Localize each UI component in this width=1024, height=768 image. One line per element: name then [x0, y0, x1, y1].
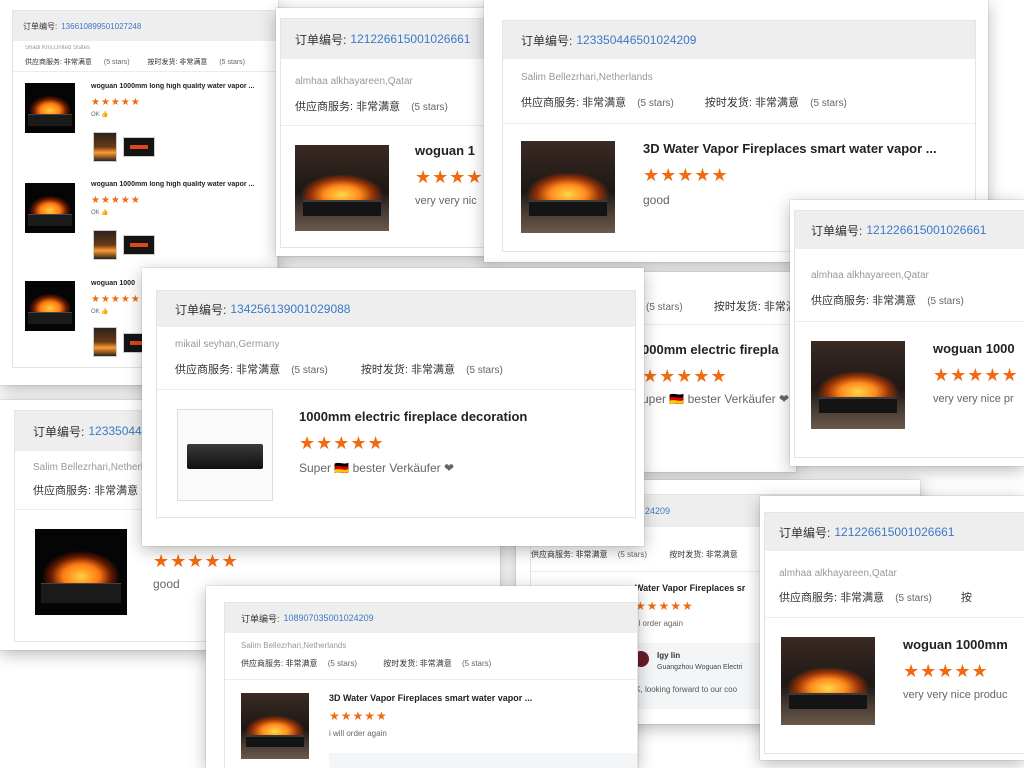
- review-photo[interactable]: [123, 137, 155, 157]
- review-comment: OK 👍: [91, 309, 109, 315]
- supplier-service-row: 供应商服务: 非常满意 (5 stars) 按时发货: 非常满意 (5 star…: [175, 364, 503, 376]
- rating-stars: ★★★★★: [933, 365, 1019, 385]
- rating-stars: ★★★★★: [91, 195, 141, 206]
- rating-stars: ★★★★★: [91, 294, 141, 305]
- review-comment: very very nic: [415, 195, 477, 207]
- product-thumbnail[interactable]: [25, 83, 75, 133]
- review-card-almhaa-1: 订单编号: 1212266150010266​61 almhaa alkhaya…: [276, 8, 496, 256]
- rating-stars: ★★★★★: [635, 599, 694, 613]
- supplier-service-row: 供应商服务: 非常满意 (5 stars) 按时发货: 非常满意 (5 star…: [25, 59, 246, 66]
- buyer-location: Shadi Kris,United States: [25, 45, 91, 51]
- buyer-location: Salim Bellezrhari,Netherlands: [241, 641, 347, 650]
- product-thumbnail[interactable]: [295, 145, 389, 231]
- product-title[interactable]: woguan 1000mm: [903, 637, 1008, 652]
- buyer-location: Salim Bellezrhari,Netherlands: [521, 72, 653, 83]
- order-number[interactable]: 1212266150010266​61: [350, 32, 470, 46]
- review-comment: uper 🇩🇪 bester Verkäufer ❤: [642, 392, 790, 406]
- order-header: 订单编号: 121226615001026661: [795, 211, 1024, 249]
- supplier-service-row: 供应商服务: 非常满意: [33, 485, 139, 497]
- supplier-service-row: 供应商服务: 非常满意 (5 stars): [295, 101, 448, 113]
- order-header: 订单编号: 121226615001026661: [765, 513, 1024, 551]
- order-number[interactable]: 24209: [645, 506, 670, 516]
- order-header: 订单编号: 108907035001024209: [225, 603, 637, 633]
- review-photo[interactable]: [93, 132, 117, 162]
- supplier-service-row: 供应商服务: 非常满意 (5 stars): [811, 295, 964, 307]
- order-number[interactable]: 121226615001026661: [866, 223, 986, 237]
- supplier-service-row: 供应商服务: 非常满意 (5 stars) 按时发货: 非常满意 (5 star…: [241, 659, 492, 668]
- product-thumbnail[interactable]: [241, 693, 309, 759]
- order-label: 订单编号:: [811, 223, 863, 238]
- buyer-location: almhaa alkhayareen,Qatar: [811, 270, 929, 281]
- product-title[interactable]: 3D Water Vapor Fireplaces smart water va…: [643, 141, 963, 156]
- review-photo[interactable]: [93, 327, 117, 357]
- seller-reply-text: OK, looking forward to our coo: [629, 685, 738, 694]
- product-title[interactable]: 3D Water Vapor Fireplaces smart water va…: [329, 693, 569, 703]
- rating-stars: ★★★★★: [91, 97, 141, 108]
- product-title[interactable]: woguan 1: [415, 143, 475, 158]
- review-card-seyhan: 订单编号: 134256139001029088 mikail seyhan,G…: [142, 268, 644, 546]
- product-thumbnail[interactable]: [781, 637, 875, 725]
- review-comment: good: [153, 577, 180, 591]
- product-title[interactable]: 1000mm electric fireplace decoration: [299, 409, 619, 424]
- product-title[interactable]: 000mm electric firepla: [642, 342, 779, 357]
- review-comment: very very nice pr: [933, 393, 1014, 405]
- order-number[interactable]: 108907035001024209: [284, 613, 374, 623]
- order-number[interactable]: 121226615001026661: [834, 525, 954, 539]
- review-comment: Super 🇩🇪 bester Verkäufer ❤: [299, 461, 455, 475]
- rating-stars: ★★★★★: [299, 433, 385, 453]
- review-comment: OK 👍: [91, 210, 109, 216]
- order-number[interactable]: 123350446501024209: [576, 33, 696, 47]
- review-comment: i will order again: [329, 729, 387, 738]
- review-comment: good: [643, 193, 670, 207]
- order-label: 订单编号:: [295, 32, 347, 47]
- product-thumbnail[interactable]: [811, 341, 905, 429]
- seller-company: Guangzhou Woguan Electri: [657, 664, 743, 671]
- product-thumbnail[interactable]: [35, 529, 127, 615]
- order-label: 订单编号:: [779, 525, 831, 540]
- product-title[interactable]: Water Vapor Fireplaces sr: [635, 583, 745, 593]
- order-label: 订单编号:: [241, 613, 280, 624]
- rating-stars: ★★★★★: [329, 709, 388, 723]
- order-label: 订单编号:: [175, 302, 227, 317]
- order-number[interactable]: 134256139001029088: [230, 302, 350, 316]
- review-card-almhaa-2: 订单编号: 121226615001026661 almhaa alkhayar…: [790, 200, 1024, 466]
- product-thumbnail[interactable]: [25, 281, 75, 331]
- seller-name: Igy lin: [657, 651, 681, 660]
- order-header: 订单编号: 123350446501024209: [503, 21, 975, 59]
- review-comment: ill order again: [635, 619, 684, 628]
- supplier-service-row: 供应商服务: 非常满意 (5 stars) 按: [779, 592, 972, 604]
- supplier-service-row: (5 stars) 按时发货: 非常满意: [646, 301, 796, 313]
- order-label: 订单编号:: [33, 424, 85, 439]
- review-card-almhaa-3: 订单编号: 121226615001026661 almhaa alkhayar…: [760, 496, 1024, 760]
- buyer-location: mikail seyhan,Germany: [175, 339, 280, 350]
- supplier-service-row: 供应商服务: 非常满意 (5 stars) 按时发货: 非常满意 (5 star…: [521, 97, 847, 109]
- review-card-salim-4: 订单编号: 108907035001024209 Salim Bellezrha…: [206, 586, 638, 768]
- review-comment: OK 👍: [91, 112, 109, 118]
- order-header: 订单编号: 134256139001029088: [157, 291, 635, 327]
- review-comment: very very nice produc: [903, 689, 1008, 701]
- rating-stars: ★★★★★: [903, 661, 989, 681]
- product-thumbnail[interactable]: [177, 409, 273, 501]
- supplier-service-row: 供应商服务: 非常满意 (5 stars) 按时发货: 非常满意: [531, 550, 738, 559]
- review-photo[interactable]: [123, 235, 155, 255]
- product-thumbnail[interactable]: [25, 183, 75, 233]
- order-label: 订单编号:: [521, 33, 573, 48]
- order-number[interactable]: 1366108995010272​48: [61, 22, 141, 31]
- product-title[interactable]: woguan 1000mm long high quality water va…: [91, 181, 273, 188]
- buyer-location: almhaa alkhayareen,Qatar: [295, 76, 413, 87]
- rating-stars: ★★★★★: [643, 165, 729, 185]
- buyer-location: Salim Bellezrhari,Netherla: [33, 462, 149, 473]
- product-thumbnail[interactable]: [521, 141, 615, 233]
- rating-stars: ★★★★★: [153, 551, 239, 571]
- product-title[interactable]: woguan 1000mm long high quality water va…: [91, 83, 273, 90]
- order-header: 订单编号: 1212266150010266​61: [281, 19, 496, 59]
- rating-stars: ★★★★★: [642, 366, 728, 386]
- order-label: 订单编号:: [23, 21, 58, 31]
- order-header: 订单编号: 1366108995010272​48: [13, 11, 277, 41]
- review-photo[interactable]: [93, 230, 117, 260]
- buyer-location: almhaa alkhayareen,Qatar: [779, 568, 897, 579]
- review-card-seyhan-partial: (5 stars) 按时发货: 非常满意 000mm electric fire…: [636, 272, 796, 472]
- product-title[interactable]: woguan 1000: [933, 341, 1015, 356]
